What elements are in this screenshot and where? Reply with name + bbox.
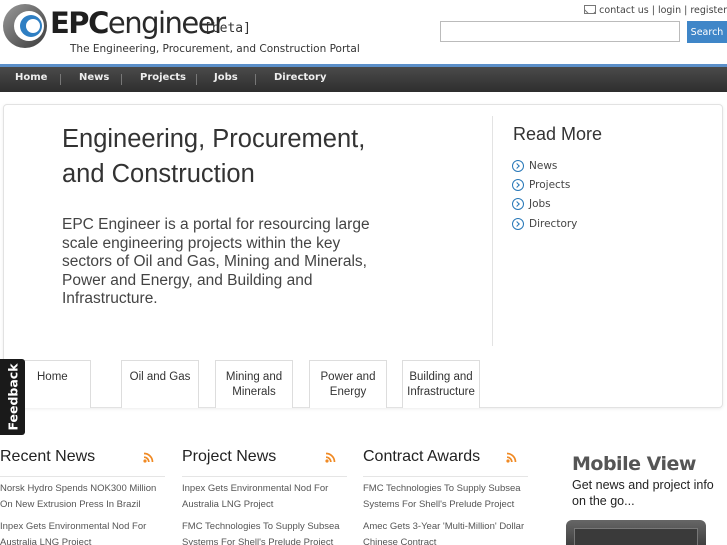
read-more-heading: Read More [513,124,603,144]
rss-icon[interactable] [143,452,154,463]
hero-divider [492,116,493,346]
phone-image[interactable] [566,520,706,545]
nav-home[interactable]: Home [15,72,47,83]
read-more-label: Directory [529,218,578,230]
tab-power-and-energy[interactable]: Power and Energy [309,360,387,408]
feedback-tab[interactable]: Feedback [0,359,25,435]
chevron-circle-icon [512,218,524,230]
link-separator: | [681,5,691,16]
rss-icon[interactable] [506,452,517,463]
tab-label: Energy [329,386,367,398]
news-item[interactable]: FMC Technologies To Supply Subsea Systems… [363,481,538,513]
mobile-view-heading[interactable]: Mobile View [572,453,696,475]
beta-label: [beta] [204,21,251,36]
feedback-label: Feedback [5,363,20,431]
link-separator: | [648,5,658,16]
news-item[interactable]: FMC Technologies To Supply Subsea Systems… [182,519,350,545]
logo-epc: EPC [50,6,109,40]
read-more-directory[interactable]: Directory [512,218,577,230]
news-line: Inpex Gets Environmental Nod For [0,521,147,532]
nav-projects[interactable]: Projects [140,72,186,83]
chevron-circle-icon [512,179,524,191]
site-tagline: The Engineering, Procurement, and Constr… [70,43,360,55]
search-button[interactable]: Search [687,21,727,43]
rss-icon[interactable] [325,452,336,463]
column-divider [182,476,347,477]
nav-separator [196,74,197,85]
news-line: Inpex Gets Environmental Nod For [182,483,329,494]
news-line: Chinese Contract [363,537,437,545]
contact-us-link[interactable]: contact us [599,5,649,16]
news-line: Norsk Hydro Spends NOK300 Million [0,483,157,494]
tab-label: Mining and [225,371,283,383]
nav-separator [255,74,256,85]
news-line: Australia LNG Project [182,499,274,510]
news-item[interactable]: Amec Gets 3-Year 'Multi-Million' Dollar C… [363,519,538,545]
recent-news-heading[interactable]: Recent News [0,448,95,466]
column-divider [0,476,165,477]
hero-description: EPC Engineer is a portal for resourcing … [62,216,370,307]
site-header: EPCengineer [beta] The Engineering, Proc… [0,0,727,64]
mail-icon [584,5,597,14]
top-links: contact us | login | register [584,5,727,16]
mobile-view-subtitle: Get news and project info on the go... [572,478,714,508]
tab-label: Building and [409,371,473,383]
news-line: Systems For Shell's Prelude Project [363,499,515,510]
search-input[interactable] [440,21,680,42]
chevron-circle-icon [512,198,524,210]
contract-awards-heading[interactable]: Contract Awards [363,448,480,466]
news-line: On New Extrusion Press In Brazil [0,499,141,510]
tab-home[interactable]: Home [24,360,91,408]
tab-label: Minerals [232,386,276,398]
column-divider [363,476,528,477]
news-line: Amec Gets 3-Year 'Multi-Million' Dollar [363,521,525,532]
project-news-heading[interactable]: Project News [182,448,276,466]
read-more-jobs[interactable]: Jobs [512,198,551,210]
nav-directory[interactable]: Directory [274,72,326,83]
read-more-projects[interactable]: Projects [512,179,570,191]
nav-news[interactable]: News [79,72,109,83]
news-item[interactable]: Norsk Hydro Spends NOK300 Million On New … [0,481,168,513]
news-line: FMC Technologies To Supply Subsea [363,483,521,494]
news-line: Australia LNG Project [0,537,92,545]
hero-title: Engineering, Procurement, and Constructi… [62,125,366,188]
tab-label: Oil and Gas [129,371,191,383]
tab-label: Home [37,371,68,383]
register-link[interactable]: register [690,5,727,16]
news-line: FMC Technologies To Supply Subsea [182,521,340,532]
read-more-news[interactable]: News [512,160,557,172]
chevron-circle-icon [512,160,524,172]
read-more-label: Projects [529,179,571,191]
nav-jobs[interactable]: Jobs [214,72,238,83]
login-link[interactable]: login [658,5,681,16]
epc-logo-icon[interactable] [2,3,48,49]
read-more-label: Jobs [529,198,551,210]
main-nav: Home News Projects Jobs Directory [0,67,727,92]
tab-label: Power and [320,371,376,383]
nav-separator [60,74,61,85]
news-item[interactable]: Inpex Gets Environmental Nod For Australi… [182,481,350,513]
read-more-label: News [529,160,558,172]
nav-separator [121,74,122,85]
tab-mining-and-minerals[interactable]: Mining and Minerals [215,360,293,408]
site-logo[interactable]: EPCengineer [50,5,226,41]
tab-building-and-infrastructure[interactable]: Building and Infrastructure [402,360,480,408]
tab-label: Infrastructure [407,386,475,398]
news-line: Systems For Shell's Prelude Project [182,537,334,545]
tab-oil-and-gas[interactable]: Oil and Gas [121,360,199,408]
news-item[interactable]: Inpex Gets Environmental Nod For Australi… [0,519,168,545]
